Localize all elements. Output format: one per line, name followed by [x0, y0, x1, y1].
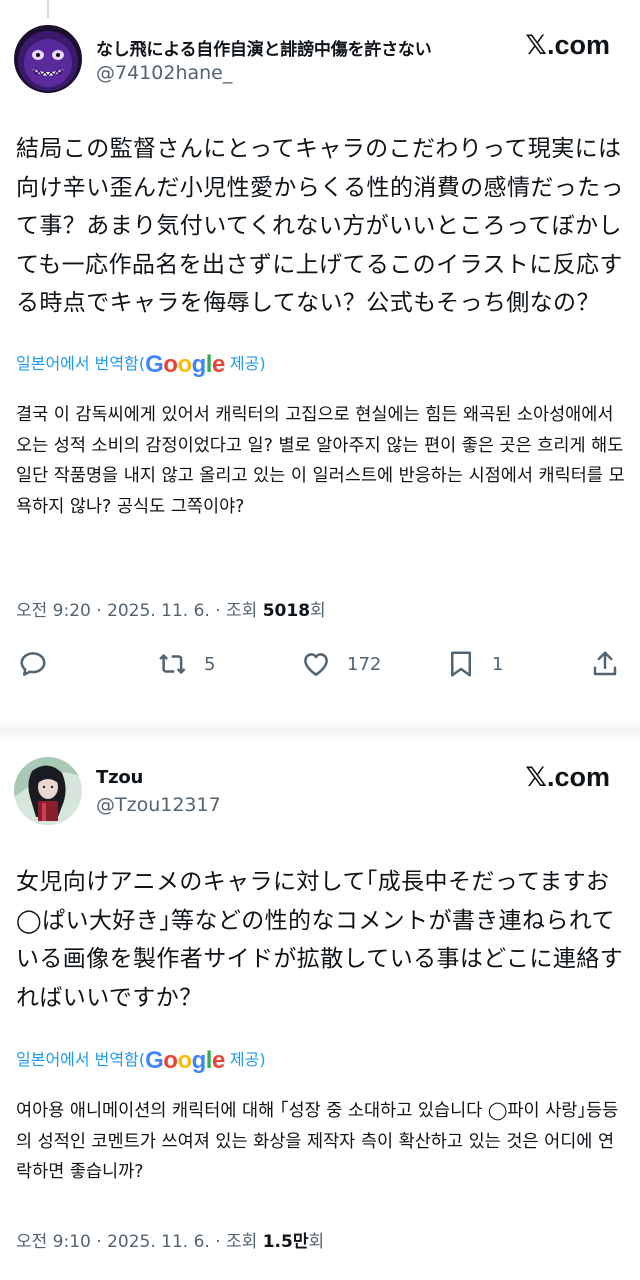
avatar-character-icon — [14, 757, 82, 825]
tweet-date[interactable]: 2025. 11. 6. — [107, 1232, 210, 1252]
meta-separator: · — [96, 601, 108, 621]
translation-attribution[interactable]: 일본어에서 번역함(Google 제공) — [16, 1046, 266, 1075]
thread-connector-line — [47, 0, 49, 18]
meta-separator: · — [215, 601, 227, 621]
bookmark-count: 1 — [492, 653, 504, 675]
translated-text: 결국 이 감독씨에게 있어서 캐릭터의 고집으로 현실에는 힘든 왜곡된 소아성… — [16, 405, 625, 517]
tweet-time[interactable]: 오전 9:10 — [16, 1232, 91, 1252]
translation-suffix: 제공) — [224, 1050, 266, 1069]
views-suffix: 회 — [310, 601, 326, 621]
meta-separator: · — [96, 1232, 108, 1252]
tweet-text: 女児向けアニメのキャラに対して｢成長中そだってますお◯ぱい大好き｣等などの性的な… — [16, 869, 624, 1011]
google-logo: Google — [145, 351, 225, 378]
tweet-time[interactable]: 오전 9:20 — [16, 601, 91, 621]
x-com-logo: 𝕏.com — [525, 762, 610, 793]
views-count: 5018 — [262, 601, 311, 621]
share-icon — [593, 651, 617, 676]
tweet-actions: 5 172 1 — [0, 646, 640, 682]
x-logo-icon: 𝕏 — [525, 30, 547, 61]
author-name[interactable]: なし飛による自作自演と誹謗中傷を許さない — [96, 35, 432, 60]
views-suffix: 회 — [308, 1232, 325, 1252]
reply-button[interactable] — [18, 646, 48, 682]
views-label: 조회 — [226, 1232, 263, 1252]
translation-prefix: 일본어에서 번역함( — [16, 1050, 146, 1069]
author-handle[interactable]: @Tzou12317 — [96, 794, 221, 816]
reply-icon — [20, 652, 46, 676]
retweet-icon — [159, 653, 186, 675]
avatar[interactable] — [14, 25, 82, 93]
avatar-purple-creature-icon — [14, 25, 82, 93]
tweet-date[interactable]: 2025. 11. 6. — [107, 601, 210, 621]
avatar[interactable] — [14, 757, 82, 825]
tweet-separator — [0, 720, 640, 742]
translation-prefix: 일본어에서 번역함( — [16, 354, 146, 373]
retweet-button[interactable]: 5 — [158, 646, 215, 682]
retweet-count: 5 — [204, 653, 216, 675]
google-logo: Google — [145, 1047, 225, 1074]
bookmark-button[interactable]: 1 — [446, 646, 503, 682]
meta-separator: · — [215, 1232, 227, 1252]
like-count: 172 — [347, 653, 382, 675]
tweet-metadata: 오전 9:20 · 2025. 11. 6. · 조회 5018회 — [16, 596, 326, 621]
views-count: 1.5만 — [262, 1232, 309, 1252]
translation-suffix: 제공) — [224, 354, 266, 373]
share-button[interactable] — [590, 646, 620, 682]
tweet-metadata: 오전 9:10 · 2025. 11. 6. · 조회 1.5만회 — [16, 1227, 324, 1252]
x-com-logo: 𝕏.com — [525, 30, 610, 61]
bookmark-icon — [451, 651, 471, 677]
heart-icon — [304, 653, 328, 676]
author-name[interactable]: Tzou — [96, 767, 143, 788]
x-logo-icon: 𝕏 — [525, 762, 547, 793]
like-button[interactable]: 172 — [301, 646, 381, 682]
translation-attribution[interactable]: 일본어에서 번역함(Google 제공) — [16, 350, 266, 379]
translated-text: 여아용 애니메이션의 캐릭터에 대해 ｢성장 중 소대하고 있습니다 ◯파이 사… — [16, 1101, 619, 1182]
tweet-text: 結局この監督さんにとってキャラのこだわりって現実には向け辛い歪んだ小児性愛からく… — [16, 136, 624, 316]
author-handle[interactable]: @74102hane_ — [96, 62, 232, 84]
views-label: 조회 — [226, 601, 263, 621]
